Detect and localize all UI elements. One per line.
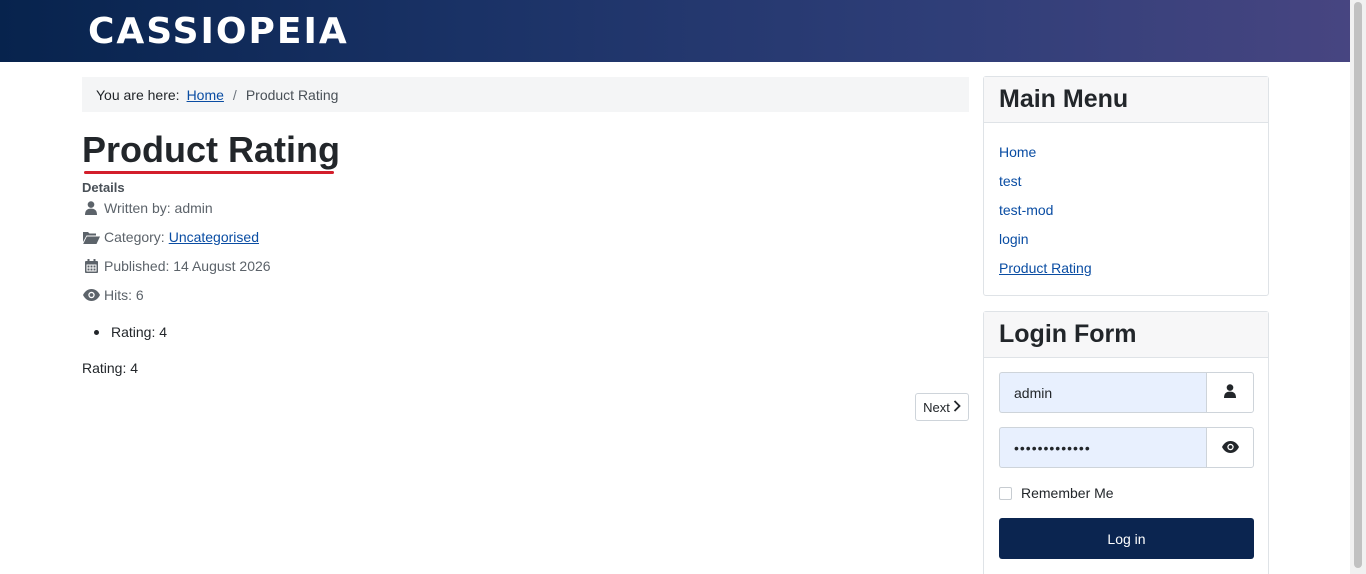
eye-icon (1221, 440, 1239, 456)
scrollbar-thumb[interactable] (1354, 2, 1362, 568)
breadcrumb-separator: / (232, 86, 237, 103)
login-form-header: Login Form (984, 312, 1268, 358)
meta-author-text: Written by: admin (104, 200, 213, 216)
breadcrumb-prefix: You are here: (96, 86, 180, 103)
chevron-right-icon (953, 399, 961, 415)
page-title: Product Rating (82, 129, 340, 170)
menu-link-home[interactable]: Home (999, 144, 1036, 160)
user-icon (82, 200, 100, 216)
menu-link-product-rating[interactable]: Product Rating (999, 260, 1092, 276)
menu-item-login: login (999, 231, 1253, 260)
rating-list-text: Rating: 4 (111, 324, 168, 340)
breadcrumb-home-link[interactable]: Home (187, 87, 224, 103)
meta-category-prefix: Category: (104, 229, 165, 245)
next-label: Next (923, 399, 950, 415)
password-input[interactable]: ••••••••••••• (999, 427, 1206, 468)
user-icon (1224, 384, 1236, 401)
breadcrumb-current: Product Rating (245, 86, 339, 103)
eye-icon (82, 287, 100, 303)
remember-me-label: Remember Me (1021, 485, 1114, 501)
calendar-icon (82, 258, 100, 274)
vertical-scrollbar[interactable] (1350, 0, 1366, 574)
next-button[interactable]: Next (915, 393, 969, 421)
title-underline (84, 171, 334, 174)
menu-link-login[interactable]: login (999, 231, 1029, 247)
username-input[interactable]: admin (999, 372, 1206, 413)
menu-item-home: Home (999, 144, 1253, 173)
site-brand-logo[interactable]: CASSIOPEIA (88, 10, 349, 54)
meta-hits: Hits: 6 (82, 287, 144, 303)
list-bullet (94, 329, 99, 335)
rating-text: Rating: 4 (82, 360, 139, 376)
login-form-title: Login Form (999, 320, 1137, 348)
meta-category: Category: Uncategorised (82, 229, 259, 245)
password-group: ••••••••••••• (999, 427, 1254, 468)
login-button[interactable]: Log in (999, 518, 1254, 559)
menu-item-test: test (999, 173, 1253, 202)
folder-open-icon (82, 229, 100, 245)
remember-me[interactable]: Remember Me (999, 485, 1114, 501)
rating-list-item: Rating: 4 (94, 324, 167, 340)
meta-published-text: Published: 14 August 2026 (104, 258, 271, 274)
details-label: Details (82, 180, 125, 195)
menu-link-test[interactable]: test (999, 173, 1022, 189)
menu-link-test-mod[interactable]: test-mod (999, 202, 1053, 218)
meta-category-link[interactable]: Uncategorised (169, 229, 259, 245)
main-menu-title: Main Menu (999, 85, 1129, 113)
username-group: admin (999, 372, 1254, 413)
menu-item-product-rating: Product Rating (999, 260, 1253, 289)
main-menu-card: Main Menu Home test test-mod login Produ… (983, 76, 1269, 296)
login-form-card: Login Form admin ••••••••••••• Remember … (983, 311, 1269, 574)
main-menu-list: Home test test-mod login Product Rating (984, 123, 1268, 289)
meta-author: Written by: admin (82, 200, 213, 216)
main-menu-header: Main Menu (984, 77, 1268, 123)
remember-me-checkbox[interactable] (999, 486, 1012, 500)
show-password-button[interactable] (1206, 427, 1254, 468)
meta-published: Published: 14 August 2026 (82, 258, 271, 274)
username-addon (1206, 372, 1254, 413)
meta-hits-text: Hits: 6 (104, 287, 144, 303)
menu-item-test-mod: test-mod (999, 202, 1253, 231)
site-header: CASSIOPEIA (0, 0, 1350, 62)
breadcrumb: You are here: Home / Product Rating (82, 77, 969, 112)
